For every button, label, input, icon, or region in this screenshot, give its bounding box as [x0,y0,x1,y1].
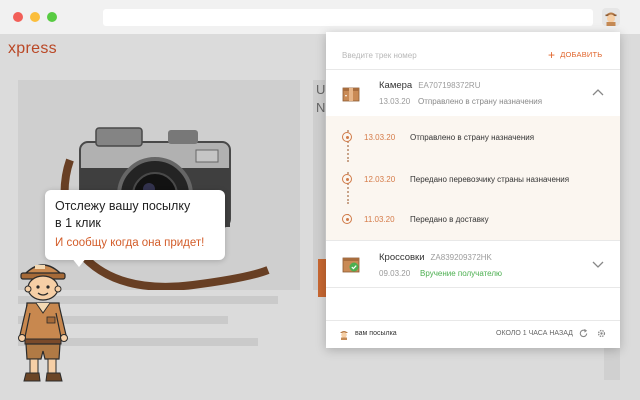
parcel-track-number: EA707198372RU [418,81,481,90]
parcel-track-number: ZA839209372HK [430,253,492,262]
add-button-label: ДОБАВИТЬ [560,50,603,59]
divider [326,69,620,70]
timeline-dot [342,214,352,224]
history-date: 11.03.20 [364,215,395,224]
track-number-input[interactable] [342,48,532,62]
browser-toolbar [0,0,640,34]
parcel-date: 13.03.20 [379,97,411,106]
speech-bubble: Отслежу вашу посылку в 1 клик И сообщу к… [45,190,225,260]
tracking-popup: + ДОБАВИТЬ Камера EA707198372RU 13.03.20 … [326,32,620,348]
delivered-box-icon [342,257,360,273]
bubble-line: Отслежу вашу посылку [55,199,191,213]
history-date: 12.03.20 [364,175,396,184]
chevron-down-icon[interactable] [592,261,604,269]
courier-icon [605,12,617,26]
last-updated: ОКОЛО 1 ЧАСА НАЗАД [496,330,573,337]
settings-icon[interactable] [596,328,607,339]
speech-bubble-tail [71,257,87,267]
plus-icon: + [548,47,556,62]
close-window-button[interactable] [13,12,23,22]
refresh-icon[interactable] [578,328,589,339]
parcel-date: 09.03.20 [379,269,411,278]
add-button[interactable]: + ДОБАВИТЬ [548,47,603,62]
divider [326,240,620,241]
parcel-history: 13.03.20 Отправлено в страну назначения … [326,116,620,240]
parcel-status: Отправлено в страну назначения [418,97,543,106]
history-date: 13.03.20 [364,133,396,142]
timeline-dot [342,174,352,184]
chevron-up-icon[interactable] [592,88,604,96]
parcel-status: Вручение получателю [420,269,503,278]
history-text: Отправлено в страну назначения [410,133,535,142]
maximize-window-button[interactable] [47,12,57,22]
parcel-name: Камера [379,80,413,91]
history-text: Передано перевозчику страны назначения [410,175,570,184]
footer-label: вам посылка [355,330,397,337]
courier-mascot [18,264,68,382]
extension-button[interactable] [602,8,620,26]
package-box-icon [342,87,360,102]
parcel-name: Кроссовки [379,252,425,263]
bubble-line: в 1 клик [55,216,101,230]
minimize-window-button[interactable] [30,12,40,22]
timeline-dot [342,132,352,142]
address-bar[interactable] [103,9,593,26]
divider [326,287,620,288]
courier-icon [340,331,348,340]
history-text: Передано в доставку [410,215,489,224]
popup-footer: вам посылка ОКОЛО 1 ЧАСА НАЗАД [326,320,620,348]
bubble-accent-line: И сообщу когда она придет! [55,237,205,249]
